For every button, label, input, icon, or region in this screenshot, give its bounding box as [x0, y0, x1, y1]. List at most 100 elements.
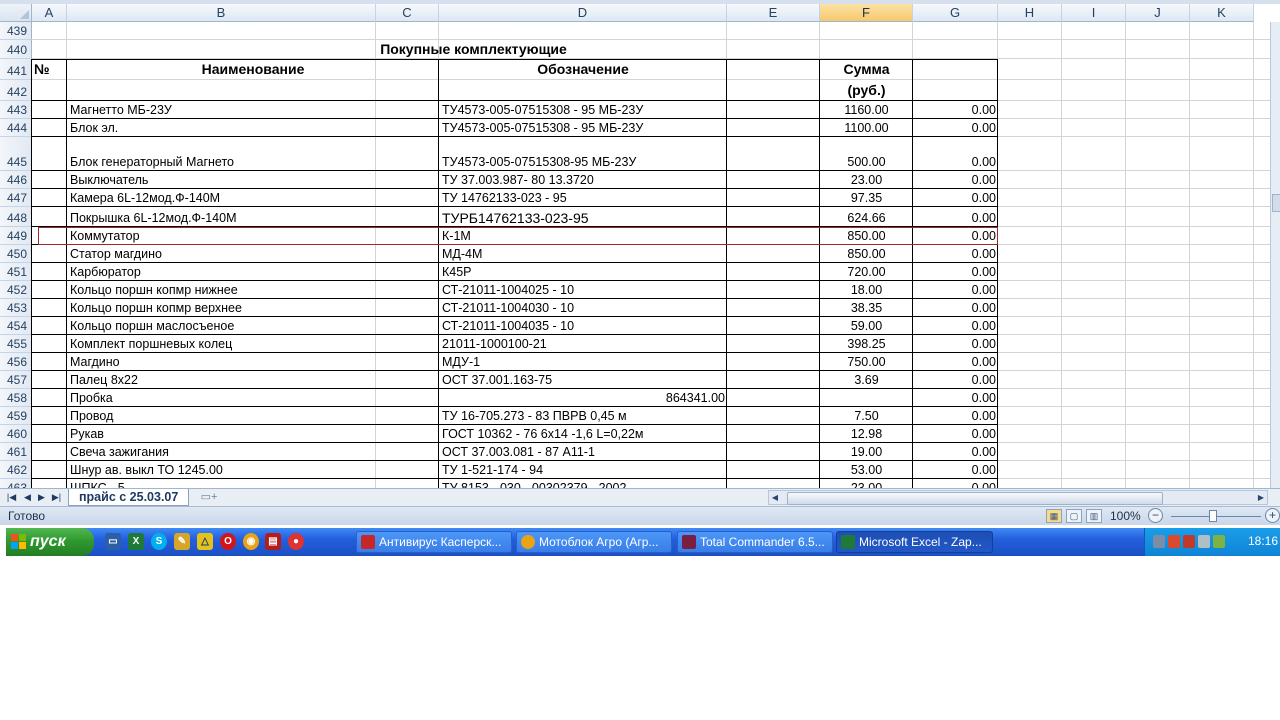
cell-name[interactable]: Рукав [67, 425, 439, 443]
row-header[interactable]: 458 [0, 389, 32, 407]
chrome-icon[interactable]: ◉ [243, 533, 259, 550]
cell-name[interactable]: Покрышка 6L-12мод.Ф-140М [67, 207, 439, 227]
page-break-view-icon[interactable]: ▥ [1086, 509, 1102, 523]
warning-app-icon[interactable]: △ [197, 533, 213, 550]
row-header[interactable]: 452 [0, 281, 32, 299]
cell-designation[interactable]: ТУ 14762133-023 - 95 [439, 189, 727, 207]
row-header[interactable]: 449 [0, 227, 32, 245]
cell-name[interactable]: Свеча зажигания [67, 443, 439, 461]
cell-price[interactable]: 18.00 [820, 281, 913, 299]
cell-name[interactable]: Кольцо поршн копмр верхнее [67, 299, 439, 317]
horizontal-scrollbar[interactable]: ◀ ▶ [768, 490, 1268, 505]
cell-price[interactable]: 3.69 [820, 371, 913, 389]
zoom-out-icon[interactable]: − [1148, 508, 1163, 523]
cell-designation[interactable]: К-1М [439, 227, 727, 245]
row-header[interactable]: 457 [0, 371, 32, 389]
cell-total[interactable]: 0.00 [913, 207, 998, 227]
language-flag-icon[interactable] [1183, 535, 1195, 548]
cell-price[interactable]: 19.00 [820, 443, 913, 461]
page-layout-view-icon[interactable]: ▢ [1066, 509, 1082, 523]
cell-price[interactable]: 624.66 [820, 207, 913, 227]
cell-designation[interactable]: МД-4М [439, 245, 727, 263]
insert-sheet-icon[interactable]: ▭+ [198, 490, 220, 504]
row-header[interactable]: 443 [0, 101, 32, 119]
task-chrome[interactable]: Мотоблок Агро (Агр... [516, 531, 672, 553]
row-header[interactable]: 445 [0, 137, 32, 171]
cell-designation[interactable]: ТУ4573-005-07515308 - 95 МБ-23У [439, 101, 727, 119]
column-header-b[interactable]: B [67, 4, 376, 22]
cell-price[interactable]: 53.00 [820, 461, 913, 479]
row-header[interactable]: 454 [0, 317, 32, 335]
cell-total[interactable]: 0.00 [913, 227, 998, 245]
cell-designation[interactable]: ТУ 1-521-174 - 94 [439, 461, 727, 479]
cell-total[interactable]: 0.00 [913, 407, 998, 425]
row-header[interactable]: 461 [0, 443, 32, 461]
cell-price[interactable]: 850.00 [820, 245, 913, 263]
column-header-d[interactable]: D [439, 4, 727, 22]
vertical-scrollbar[interactable] [1270, 22, 1280, 488]
cell-total[interactable]: 0.00 [913, 101, 998, 119]
row-header[interactable]: 456 [0, 353, 32, 371]
normal-view-icon[interactable]: ▦ [1046, 509, 1062, 523]
cell-designation[interactable]: ОСТ 37.001.163-75 [439, 371, 727, 389]
row-header[interactable]: 439 [0, 22, 32, 40]
cell-price[interactable]: 23.00 [820, 479, 913, 488]
row-header[interactable]: 447 [0, 189, 32, 207]
cell-name[interactable]: Комплект поршневых колец [67, 335, 439, 353]
row-header[interactable]: 459 [0, 407, 32, 425]
cell-designation[interactable]: СТ-21011-1004030 - 10 [439, 299, 727, 317]
cell-name[interactable]: Провод [67, 407, 439, 425]
excel-quicklaunch-icon[interactable]: X [128, 533, 144, 550]
skype-icon[interactable]: S [151, 533, 167, 550]
task-excel[interactable]: Microsoft Excel - Zap... [836, 531, 993, 553]
tray-app-icon[interactable] [1168, 535, 1180, 548]
cell-name[interactable]: Камера 6L-12мод.Ф-140М [67, 189, 439, 207]
cell-price[interactable]: 38.35 [820, 299, 913, 317]
red-app-icon[interactable]: ● [288, 533, 304, 550]
cell-total[interactable]: 0.00 [913, 137, 998, 171]
cell-price[interactable]: 7.50 [820, 407, 913, 425]
cell-total[interactable]: 0.00 [913, 245, 998, 263]
archive-icon[interactable]: ▤ [265, 533, 281, 550]
last-sheet-icon[interactable]: ▶| [51, 491, 62, 503]
column-header-j[interactable]: J [1126, 4, 1190, 22]
row-header[interactable]: 441 [0, 59, 32, 80]
first-sheet-icon[interactable]: |◀ [6, 491, 17, 503]
column-header-i[interactable]: I [1062, 4, 1126, 22]
opera-icon[interactable]: O [220, 533, 236, 550]
start-button[interactable]: пуск [6, 528, 94, 556]
row-header[interactable]: 460 [0, 425, 32, 443]
cell-designation[interactable]: 21011-1000100-21 [439, 335, 727, 353]
cell-designation[interactable]: МДУ-1 [439, 353, 727, 371]
cell-price[interactable]: 398.25 [820, 335, 913, 353]
cell-total[interactable]: 0.00 [913, 189, 998, 207]
cell-total[interactable]: 0.00 [913, 353, 998, 371]
column-header-c[interactable]: C [376, 4, 439, 22]
cell-name[interactable]: Выключатель [67, 171, 439, 189]
volume-icon[interactable] [1198, 535, 1210, 548]
cell-designation[interactable]: ТУ4573-005-07515308-95 МБ-23У [439, 137, 727, 171]
cell-designation[interactable]: К45Р [439, 263, 727, 281]
cell-total[interactable]: 0.00 [913, 299, 998, 317]
worksheet[interactable]: ABCDEFGHIJK 439 440 441 442 443 444 445 446 447 4… [0, 0, 1280, 488]
cell-designation[interactable]: ТУ 37.003.987- 80 13.3720 [439, 171, 727, 189]
cell-price[interactable]: 1160.00 [820, 101, 913, 119]
cell-total[interactable]: 0.00 [913, 371, 998, 389]
cell-price[interactable]: 850.00 [820, 227, 913, 245]
network-icon[interactable] [1153, 535, 1165, 548]
cell-total[interactable]: 0.00 [913, 461, 998, 479]
cell-total[interactable]: 0.00 [913, 443, 998, 461]
row-header[interactable]: 448 [0, 207, 32, 227]
column-header-f[interactable]: F [820, 4, 913, 22]
cell-name[interactable]: Блок генераторный Магнето [67, 137, 439, 171]
column-header-g[interactable]: G [913, 4, 998, 22]
cell-total[interactable]: 0.00 [913, 317, 998, 335]
cell-designation[interactable]: ТУ 16-705.273 - 83 ПВРВ 0,45 м [439, 407, 727, 425]
cell-total[interactable]: 0.00 [913, 171, 998, 189]
zoom-slider-knob[interactable] [1209, 510, 1217, 522]
cell-price[interactable]: 720.00 [820, 263, 913, 281]
clock[interactable]: 18:16 [1248, 534, 1278, 548]
cell-price[interactable]: 23.00 [820, 171, 913, 189]
scroll-left-icon[interactable]: ◀ [769, 491, 781, 504]
cell-total[interactable]: 0.00 [913, 479, 998, 488]
